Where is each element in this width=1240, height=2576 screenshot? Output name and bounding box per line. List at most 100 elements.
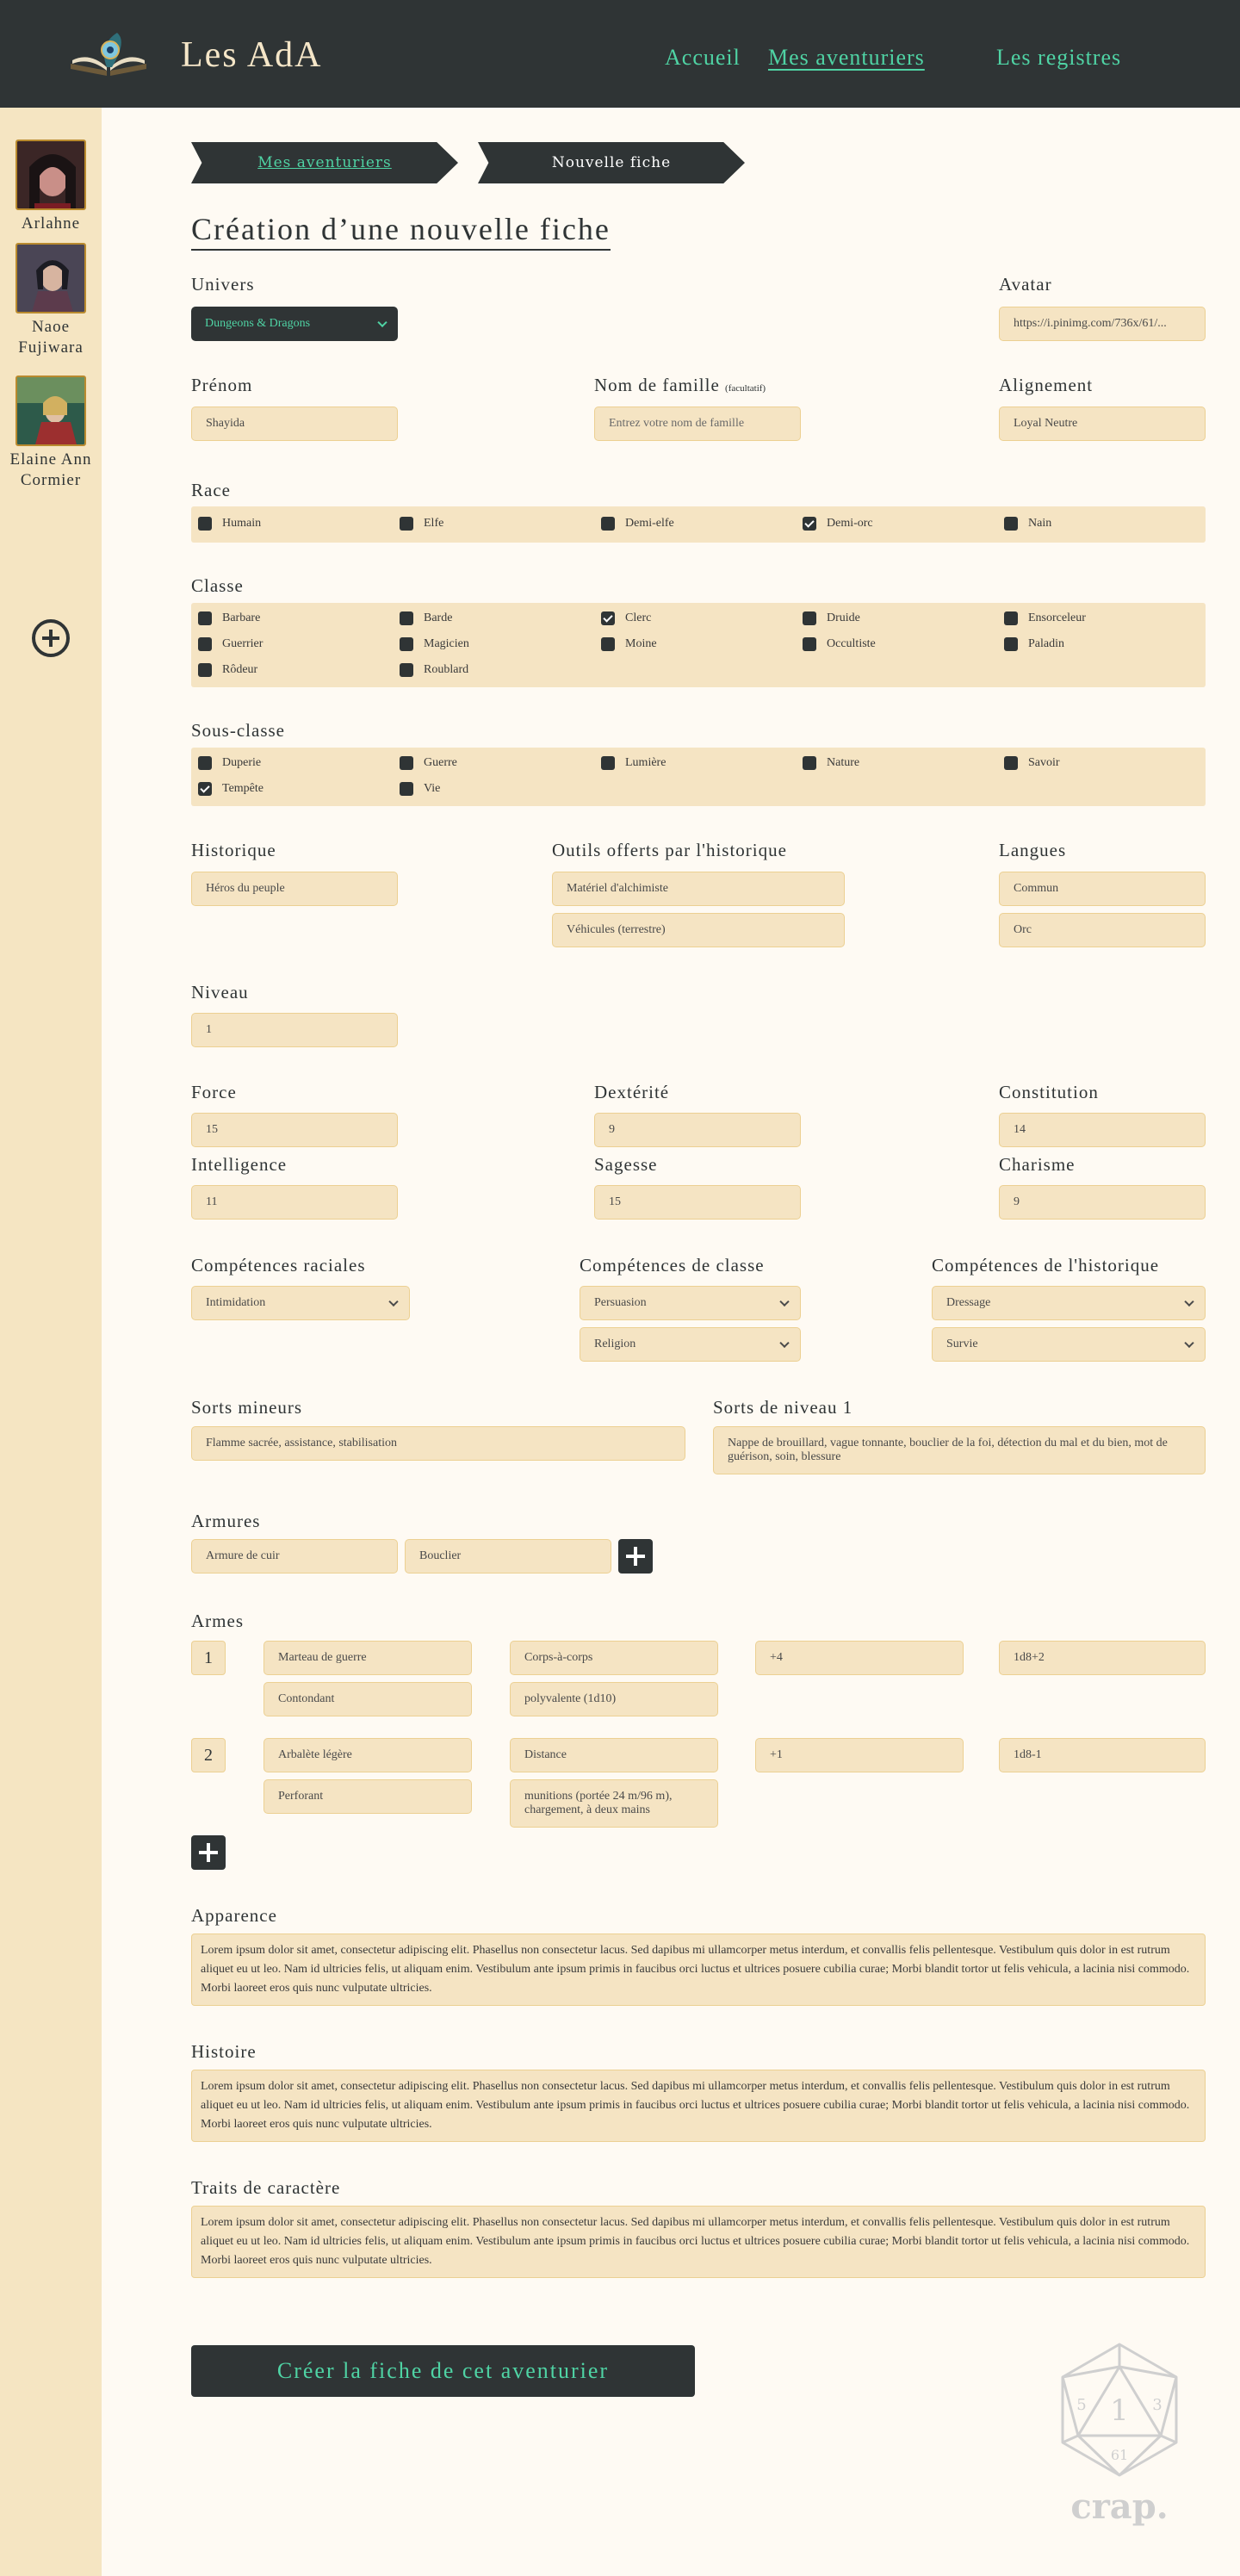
avatar-url-input[interactable]: https://i.pinimg.com/736x/61/... [999,307,1206,341]
sagesse-input[interactable]: 15 [594,1185,801,1220]
intelligence-input[interactable]: 11 [191,1185,398,1220]
classe-option-magicien[interactable]: Magicien [400,637,469,651]
checkbox[interactable] [400,782,413,796]
arme-bonus-input[interactable]: +4 [755,1641,964,1675]
checkbox[interactable] [1004,517,1018,531]
dexterite-input[interactable]: 9 [594,1113,801,1147]
arme-damage-input[interactable]: 1d8-1 [999,1738,1206,1772]
book-logo-icon[interactable] [67,26,150,78]
race-option-demi-elfe[interactable]: Demi-elfe [601,517,674,531]
niveau-input[interactable]: 1 [191,1013,398,1047]
nav-mes-aventuriers[interactable]: Mes aventuriers [768,45,925,71]
checkbox[interactable] [198,517,212,531]
classe-option-clerc[interactable]: Clerc [601,611,651,625]
checkbox[interactable] [400,637,413,651]
arme-props-input[interactable]: polyvalente (1d10) [510,1682,718,1716]
sousclasse-option-lumiere[interactable]: Lumière [601,756,666,770]
competence-raciale-select[interactable]: Intimidation [191,1286,410,1320]
traits-textarea[interactable]: Lorem ipsum dolor sit amet, consectetur … [191,2206,1206,2278]
competence-historique-select-2[interactable]: Survie [932,1327,1206,1362]
race-option-elfe[interactable]: Elfe [400,517,443,531]
checkbox[interactable] [803,756,816,770]
arme-type-input[interactable]: Distance [510,1738,718,1772]
checkbox[interactable] [198,611,212,625]
nav-accueil[interactable]: Accueil [665,45,741,71]
sidebar-character-arlahne[interactable]: Arlahne [0,140,102,234]
checkbox-checked[interactable] [803,517,816,531]
checkbox[interactable] [198,663,212,677]
competence-classe-select-1[interactable]: Persuasion [580,1286,801,1320]
sidebar-character-elaine-ann-cormier[interactable]: Elaine Ann Cormier [0,376,102,491]
sousclasse-option-vie[interactable]: Vie [400,782,440,796]
arme-dmg-type-input[interactable]: Perforant [264,1779,472,1814]
race-option-humain[interactable]: Humain [198,517,261,531]
historique-input[interactable]: Héros du peuple [191,872,398,906]
nav-les-registres[interactable]: Les registres [996,45,1121,71]
sidebar-character-naoe-fujiwara[interactable]: Naoe Fujiwara [0,243,102,358]
competence-classe-select-2[interactable]: Religion [580,1327,801,1362]
classe-option-moine[interactable]: Moine [601,637,657,651]
checkbox[interactable] [400,756,413,770]
checkbox[interactable] [400,663,413,677]
checkbox[interactable] [1004,611,1018,625]
checkbox[interactable] [601,756,615,770]
sousclasse-option-nature[interactable]: Nature [803,756,859,770]
classe-option-druide[interactable]: Druide [803,611,860,625]
arme-name-input[interactable]: Arbalète légère [264,1738,472,1772]
classe-option-paladin[interactable]: Paladin [1004,637,1064,651]
force-input[interactable]: 15 [191,1113,398,1147]
univers-select[interactable]: Dungeons & Dragons [191,307,398,341]
checkbox[interactable] [1004,756,1018,770]
sousclasse-option-guerre[interactable]: Guerre [400,756,457,770]
langue-input-1[interactable]: Commun [999,872,1206,906]
arme-damage-input[interactable]: 1d8+2 [999,1641,1206,1675]
arme-type-input[interactable]: Corps-à-corps [510,1641,718,1675]
checkbox-checked[interactable] [198,782,212,796]
add-armure-button[interactable] [618,1539,653,1574]
competence-historique-select-1[interactable]: Dressage [932,1286,1206,1320]
checkbox[interactable] [803,637,816,651]
classe-option-roublard[interactable]: Roublard [400,663,468,677]
checkbox-checked[interactable] [601,611,615,625]
nom-input[interactable]: Entrez votre nom de famille [594,407,801,441]
armure-input-1[interactable]: Armure de cuir [191,1539,398,1574]
sousclasse-option-savoir[interactable]: Savoir [1004,756,1060,770]
classe-option-occultiste[interactable]: Occultiste [803,637,876,651]
langue-input-2[interactable]: Orc [999,913,1206,947]
checkbox[interactable] [400,517,413,531]
arme-dmg-type-input[interactable]: Contondant [264,1682,472,1716]
charisme-input[interactable]: 9 [999,1185,1206,1220]
classe-option-rodeur[interactable]: Rôdeur [198,663,257,677]
race-option-nain[interactable]: Nain [1004,517,1051,531]
constitution-input[interactable]: 14 [999,1113,1206,1147]
sousclasse-option-tempete[interactable]: Tempête [198,782,264,796]
checkbox[interactable] [198,637,212,651]
brand-name[interactable]: Les AdA [181,34,323,76]
breadcrumb-mes-aventuriers[interactable]: Mes aventuriers [191,142,458,183]
race-option-demi-orc[interactable]: Demi-orc [803,517,873,531]
checkbox[interactable] [601,517,615,531]
alignement-input[interactable]: Loyal Neutre [999,407,1206,441]
classe-option-ensorceleur[interactable]: Ensorceleur [1004,611,1086,625]
add-arme-button[interactable] [191,1835,226,1870]
outil-input-2[interactable]: Véhicules (terrestre) [552,913,845,947]
sorts-niveau1-input[interactable]: Nappe de brouillard, vague tonnante, bou… [713,1426,1206,1474]
checkbox[interactable] [601,637,615,651]
sorts-mineurs-input[interactable]: Flamme sacrée, assistance, stabilisation [191,1426,685,1461]
classe-option-barbare[interactable]: Barbare [198,611,260,625]
armure-input-2[interactable]: Bouclier [405,1539,611,1574]
add-character-icon[interactable] [32,619,70,657]
classe-option-barde[interactable]: Barde [400,611,452,625]
apparence-textarea[interactable]: Lorem ipsum dolor sit amet, consectetur … [191,1934,1206,2006]
histoire-textarea[interactable]: Lorem ipsum dolor sit amet, consectetur … [191,2070,1206,2142]
checkbox[interactable] [803,611,816,625]
create-sheet-button[interactable]: Créer la fiche de cet aventurier [191,2345,695,2397]
checkbox[interactable] [400,611,413,625]
checkbox[interactable] [198,756,212,770]
arme-name-input[interactable]: Marteau de guerre [264,1641,472,1675]
arme-props-input[interactable]: munitions (portée 24 m/96 m), chargement… [510,1779,718,1828]
classe-option-guerrier[interactable]: Guerrier [198,637,263,651]
prenom-input[interactable]: Shayida [191,407,398,441]
arme-bonus-input[interactable]: +1 [755,1738,964,1772]
sousclasse-option-duperie[interactable]: Duperie [198,756,261,770]
